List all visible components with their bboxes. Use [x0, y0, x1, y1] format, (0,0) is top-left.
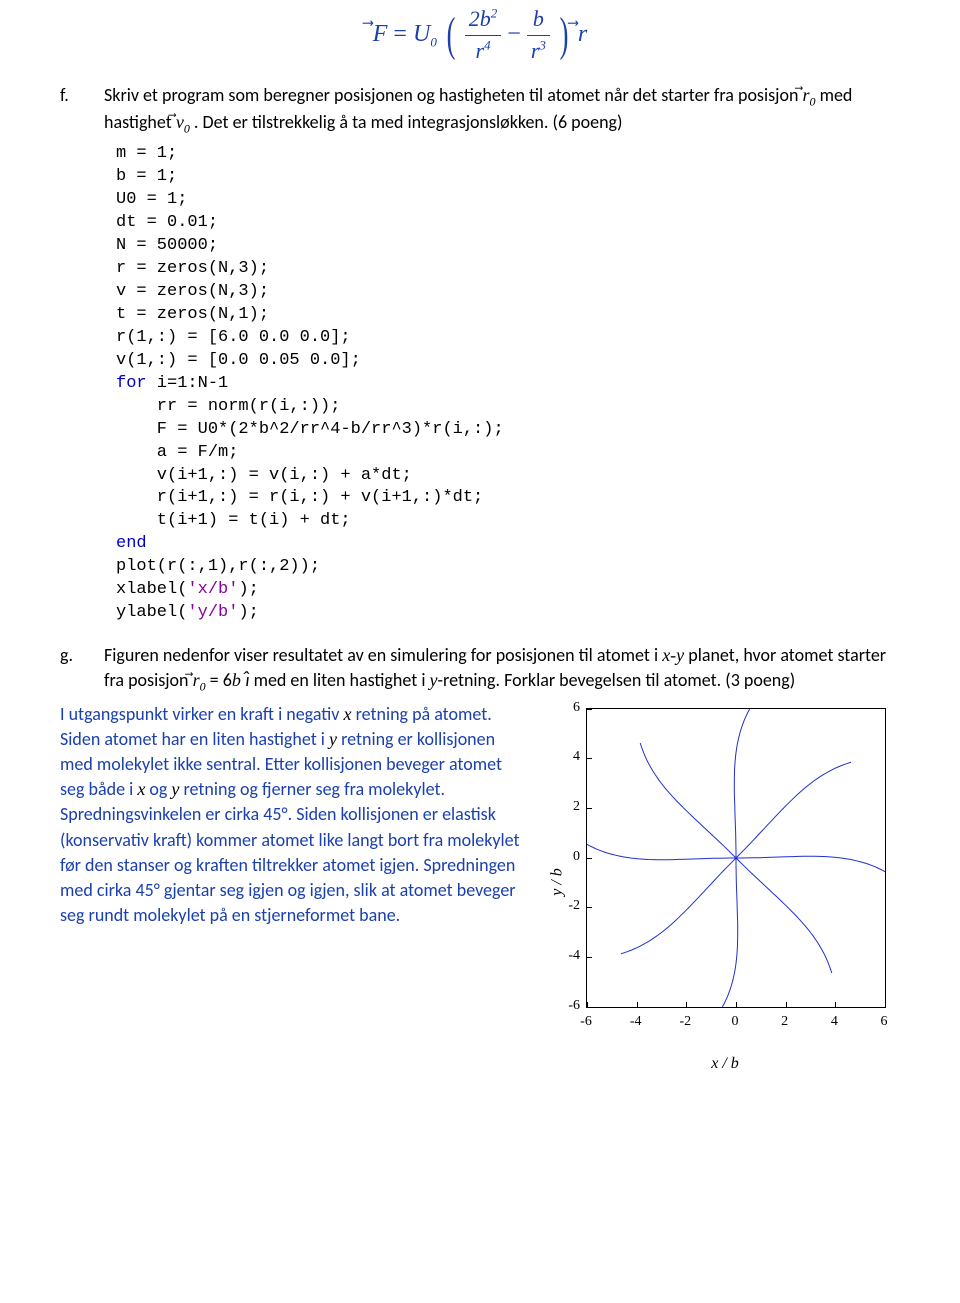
plot-area	[586, 708, 886, 1008]
answer-and-figure: I utgangspunkt virker en kraft i negativ…	[60, 702, 900, 1062]
item-body: Figuren nedenfor viser resultatet av en …	[104, 643, 900, 696]
answer-text: I utgangspunkt virker en kraft i negativ…	[60, 702, 530, 929]
item-letter: f.	[60, 83, 86, 138]
question-g: g. Figuren nedenfor viser resultatet av …	[60, 643, 900, 696]
matlab-code: m = 1; b = 1; U0 = 1; dt = 0.01; N = 500…	[116, 143, 900, 625]
x-axis-label: x / b	[550, 1053, 900, 1075]
question-f: f. Skriv et program som beregner posisjo…	[60, 83, 900, 138]
item-letter: g.	[60, 643, 86, 696]
trajectory-figure: y / b -6-4-20246 -6-4-20246 x / b	[550, 702, 900, 1062]
item-body: Skriv et program som beregner posisjonen…	[104, 83, 900, 138]
force-equation: F = U0 ( 2b2 r4 − b r3 ) r	[60, 4, 900, 67]
